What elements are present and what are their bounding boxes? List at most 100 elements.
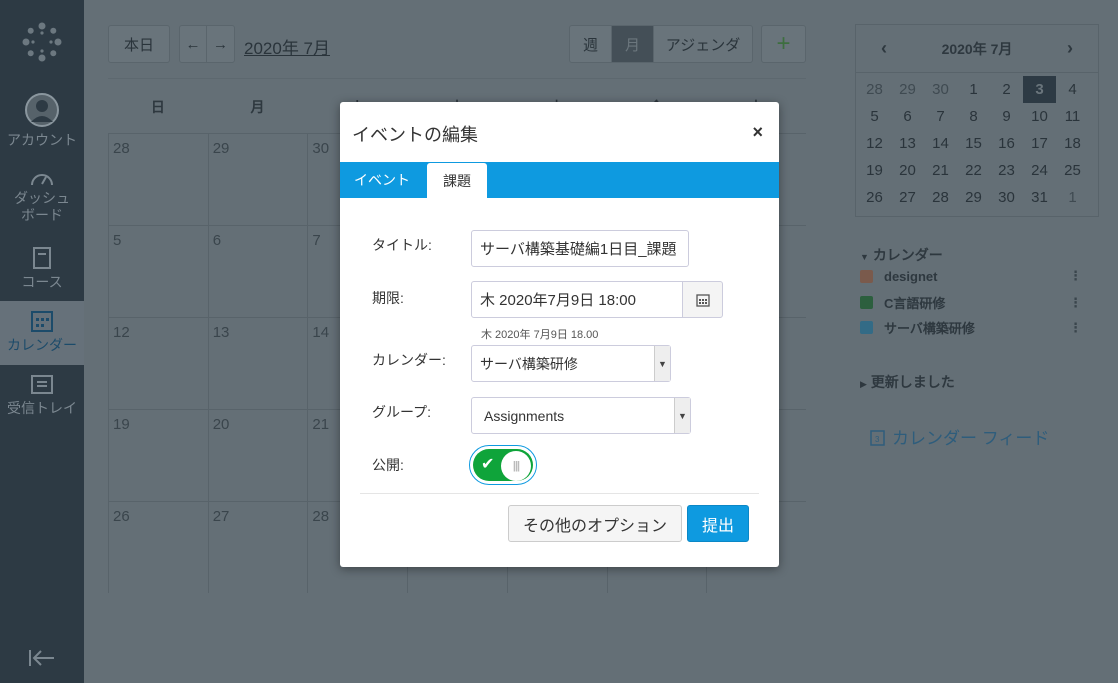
mini-day[interactable]: 15 [957, 130, 990, 157]
nav-label: コース [21, 274, 63, 290]
mini-day[interactable]: 26 [858, 184, 891, 211]
mini-day[interactable]: 21 [924, 157, 957, 184]
mini-day[interactable]: 7 [924, 103, 957, 130]
prev-month-button[interactable]: ← [179, 25, 207, 63]
mini-day[interactable]: 5 [858, 103, 891, 130]
mini-day[interactable]: 29 [957, 184, 990, 211]
nav-courses[interactable]: コース [0, 246, 84, 296]
collapse-left-icon[interactable] [28, 648, 56, 668]
month-title[interactable]: 2020年 7月 [244, 34, 330, 59]
kebab-menu-icon[interactable]: ⋮ [1069, 295, 1082, 311]
mini-day[interactable]: 4 [1056, 76, 1089, 103]
day-number: 27 [212, 508, 230, 525]
mini-day[interactable]: 1 [1056, 184, 1089, 211]
calendar-item[interactable]: サーバ構築研修 ⋮ [860, 318, 1082, 337]
calendar-feed-link[interactable]: 3 カレンダー フィード [870, 424, 1049, 449]
mini-day[interactable]: 9 [990, 103, 1023, 130]
day-cell[interactable]: 12 [108, 317, 208, 409]
calendar-item[interactable]: C言語研修 ⋮ [860, 293, 1082, 312]
mini-day[interactable]: 12 [858, 130, 891, 157]
calendar-label: カレンダー: [372, 352, 446, 368]
nav-calendar[interactable]: カレンダー [0, 301, 84, 365]
mini-day[interactable]: 10 [1023, 103, 1056, 130]
mini-day[interactable]: 13 [891, 130, 924, 157]
today-button[interactable]: 本日 [108, 25, 170, 63]
mini-next-icon[interactable]: › [1067, 38, 1073, 59]
date-picker-button[interactable] [682, 281, 723, 318]
mini-day[interactable]: 11 [1056, 103, 1089, 130]
day-number: 12 [113, 324, 130, 341]
nav-account[interactable]: アカウント [0, 92, 84, 154]
mini-day[interactable]: 19 [858, 157, 891, 184]
weekday-header: 月 [250, 99, 265, 115]
calendar-feed-icon: 3 [870, 429, 885, 446]
dashboard-icon [31, 174, 53, 186]
mini-day[interactable]: 3 [1023, 76, 1056, 103]
kebab-menu-icon[interactable]: ⋮ [1069, 320, 1082, 336]
calendar-name: designet [884, 268, 938, 284]
view-month-tab[interactable]: 月 [611, 25, 654, 63]
day-cell[interactable]: 29 [207, 133, 308, 225]
mini-day[interactable]: 22 [957, 157, 990, 184]
color-swatch[interactable] [860, 296, 873, 309]
view-week-tab[interactable]: 週 [569, 25, 612, 63]
add-event-button[interactable]: + [761, 25, 806, 63]
tab-event[interactable]: イベント [340, 162, 424, 198]
color-swatch[interactable] [860, 321, 873, 334]
weekday-header: 日 [150, 99, 165, 115]
canvas-logo-icon[interactable] [22, 22, 62, 62]
mini-day[interactable]: 28 [924, 184, 957, 211]
day-number: 20 [212, 416, 230, 433]
mini-day[interactable]: 1 [957, 76, 990, 103]
close-icon[interactable]: × [752, 122, 763, 143]
group-select[interactable]: Assignments ▼ [471, 397, 691, 434]
mini-day[interactable]: 27 [891, 184, 924, 211]
mini-day[interactable]: 25 [1056, 157, 1089, 184]
mini-day[interactable]: 24 [1023, 157, 1056, 184]
day-cell[interactable]: 27 [207, 501, 308, 593]
tab-assignment[interactable]: 課題 [427, 163, 487, 199]
day-cell[interactable]: 5 [108, 225, 208, 317]
day-cell[interactable]: 26 [108, 501, 208, 593]
calendar-item[interactable]: designet ⋮ [860, 268, 1082, 284]
mini-day[interactable]: 16 [990, 130, 1023, 157]
mini-day[interactable]: 31 [1023, 184, 1056, 211]
mini-calendar: ‹ 2020年 7月 › 28 29 30 1 2 3 4 5 6 7 8 9 10 11 12 13 14 15 16… [855, 24, 1099, 217]
mini-day[interactable]: 30 [924, 76, 957, 103]
mini-day[interactable]: 20 [891, 157, 924, 184]
day-cell[interactable]: 20 [207, 409, 308, 501]
day-number: 21 [312, 416, 330, 433]
mini-day[interactable]: 23 [990, 157, 1023, 184]
mini-day[interactable]: 28 [858, 76, 891, 103]
view-agenda-tab[interactable]: アジェンダ [653, 25, 753, 63]
mini-day[interactable]: 30 [990, 184, 1023, 211]
mini-day[interactable]: 6 [891, 103, 924, 130]
nav-inbox[interactable]: 受信トレイ [0, 372, 84, 422]
calendars-heading[interactable]: ▼ カレンダー [860, 245, 943, 265]
mini-day[interactable]: 29 [891, 76, 924, 103]
global-nav: アカウント ダッシュボード コース カレンダー 受信トレイ [0, 0, 84, 683]
day-cell[interactable]: 13 [207, 317, 308, 409]
mini-day[interactable]: 18 [1056, 130, 1089, 157]
mini-day[interactable]: 2 [990, 76, 1023, 103]
mini-prev-icon[interactable]: ‹ [881, 38, 887, 59]
submit-button[interactable]: 提出 [687, 505, 749, 542]
day-cell[interactable]: 19 [108, 409, 208, 501]
day-cell[interactable]: 28 [108, 133, 208, 225]
calendar-select[interactable]: サーバ構築研修 ▼ [471, 345, 671, 382]
updated-section[interactable]: ▶ 更新しました [860, 372, 955, 392]
title-input[interactable]: サーバ構築基礎編1日目_課題 [471, 230, 689, 267]
day-cell[interactable]: 6 [207, 225, 308, 317]
mini-day[interactable]: 8 [957, 103, 990, 130]
due-date-input[interactable]: 木 2020年7月9日 18:00 [471, 281, 683, 318]
more-options-button[interactable]: その他のオプション [508, 505, 682, 542]
toggle-knob: ||| [501, 451, 531, 481]
calendars-heading-label: カレンダー [872, 247, 943, 263]
mini-day[interactable]: 17 [1023, 130, 1056, 157]
publish-toggle[interactable]: ✔ ||| [469, 445, 537, 485]
kebab-menu-icon[interactable]: ⋮ [1069, 268, 1082, 284]
next-month-button[interactable]: → [206, 25, 235, 63]
color-swatch[interactable] [860, 269, 873, 283]
nav-dashboard[interactable]: ダッシュボード [0, 168, 84, 230]
mini-day[interactable]: 14 [924, 130, 957, 157]
